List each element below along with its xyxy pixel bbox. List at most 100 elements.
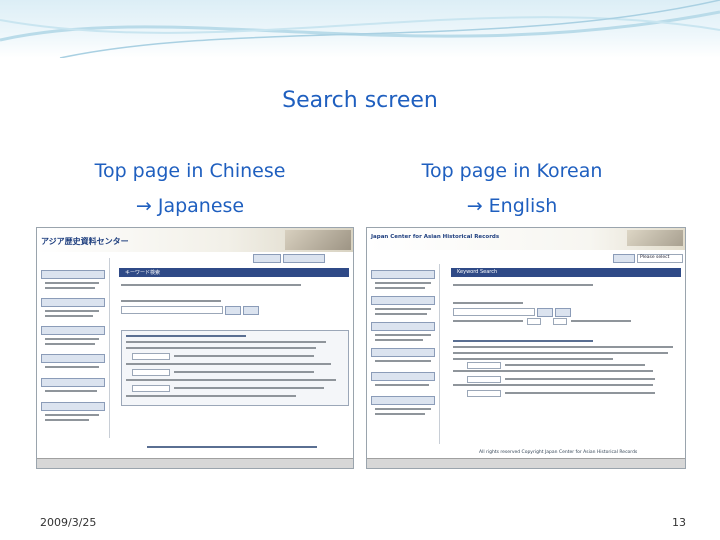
caption-right: Top page in Korean → English bbox=[382, 154, 642, 224]
japanese-search-button[interactable] bbox=[225, 306, 241, 315]
option-select-2[interactable] bbox=[132, 369, 170, 376]
banner-swirl-graphic bbox=[0, 0, 720, 58]
per-page-select[interactable] bbox=[527, 318, 541, 325]
sidebar-text bbox=[45, 343, 95, 345]
body-text bbox=[453, 346, 673, 348]
japanese-footer-text bbox=[147, 446, 317, 448]
header-photo bbox=[627, 230, 683, 246]
sidebar-text bbox=[45, 287, 95, 289]
sidebar-text bbox=[375, 360, 431, 362]
body-text bbox=[453, 352, 668, 354]
english-clear-button[interactable] bbox=[555, 308, 571, 317]
japanese-clear-button[interactable] bbox=[243, 306, 259, 315]
sidebar-text bbox=[45, 390, 97, 392]
sidebar-text bbox=[375, 408, 431, 410]
sidebar-text bbox=[45, 310, 99, 312]
caption-left: Top page in Chinese → Japanese bbox=[60, 154, 320, 224]
caption-right-line1: Top page in Korean bbox=[421, 160, 603, 182]
panel-text bbox=[126, 395, 296, 397]
body-text bbox=[453, 340, 593, 342]
sidebar-item-1[interactable] bbox=[41, 270, 105, 279]
body-text bbox=[505, 392, 655, 394]
sidebar-text bbox=[45, 419, 89, 421]
option-select-3[interactable] bbox=[132, 385, 170, 392]
header-nav-button[interactable] bbox=[253, 254, 281, 263]
japanese-options-panel bbox=[121, 330, 349, 406]
browser-status-bar bbox=[367, 458, 685, 468]
panel-text bbox=[174, 387, 324, 389]
japanese-search-input[interactable] bbox=[121, 306, 223, 314]
panel-text bbox=[174, 355, 314, 357]
english-footer-text: All rights reserved Copyright Japan Cent… bbox=[479, 450, 638, 455]
sidebar-item-2[interactable] bbox=[41, 298, 105, 307]
language-select[interactable]: Please select bbox=[637, 254, 683, 263]
option-select-1[interactable] bbox=[132, 353, 170, 360]
header-nav-button[interactable] bbox=[613, 254, 635, 263]
sidebar-text bbox=[375, 308, 431, 310]
sidebar-item-5[interactable] bbox=[41, 378, 105, 387]
english-sidebar bbox=[369, 264, 440, 444]
caption-left-line1: Top page in Chinese bbox=[94, 160, 286, 182]
sidebar-item-repository[interactable] bbox=[371, 348, 435, 357]
panel-text bbox=[126, 347, 316, 349]
decorative-banner bbox=[0, 0, 720, 58]
sidebar-item-reference[interactable] bbox=[371, 296, 435, 305]
sidebar-text bbox=[375, 384, 429, 386]
sidebar-text bbox=[45, 366, 99, 368]
body-text bbox=[505, 364, 645, 366]
english-section-label: Keyword Search bbox=[457, 269, 498, 275]
body-text bbox=[571, 320, 631, 322]
sidebar-text bbox=[45, 282, 99, 284]
sidebar-item-advanced[interactable] bbox=[371, 322, 435, 331]
language-select-value: Please select bbox=[640, 255, 670, 260]
body-text bbox=[453, 358, 613, 360]
panel-text bbox=[126, 335, 246, 337]
sidebar-text bbox=[375, 313, 427, 315]
body-text bbox=[453, 370, 653, 372]
browser-status-bar bbox=[37, 458, 353, 468]
option-input-1[interactable] bbox=[467, 362, 501, 369]
sidebar-item-3[interactable] bbox=[41, 326, 105, 335]
body-text bbox=[453, 384, 653, 386]
display-select[interactable] bbox=[553, 318, 567, 325]
japanese-page-screenshot: アジア歴史資料センター キーワード検索 bbox=[36, 227, 354, 469]
panel-text bbox=[126, 341, 326, 343]
sidebar-item-6[interactable] bbox=[41, 402, 105, 411]
sidebar-text bbox=[45, 315, 93, 317]
english-page-screenshot: Japan Center for Asian Historical Record… bbox=[366, 227, 686, 469]
option-input-3[interactable] bbox=[467, 390, 501, 397]
sidebar-item-title[interactable] bbox=[371, 372, 435, 381]
panel-text bbox=[126, 379, 336, 381]
sidebar-text bbox=[375, 282, 431, 284]
body-text bbox=[121, 284, 301, 286]
sidebar-item-keyword[interactable] bbox=[371, 270, 435, 279]
english-search-button[interactable] bbox=[537, 308, 553, 317]
panel-text bbox=[174, 371, 314, 373]
caption-left-line2: → Japanese bbox=[135, 195, 245, 217]
caption-right-line2: → English bbox=[466, 195, 558, 217]
sidebar-text bbox=[375, 334, 431, 336]
english-site-title: Japan Center for Asian Historical Record… bbox=[371, 234, 500, 240]
slide-page-number: 13 bbox=[672, 516, 686, 529]
japanese-sidebar bbox=[39, 258, 110, 438]
body-text bbox=[505, 378, 655, 380]
sidebar-item-4[interactable] bbox=[41, 354, 105, 363]
body-text bbox=[453, 320, 523, 322]
sidebar-text bbox=[375, 339, 423, 341]
slide-date: 2009/3/25 bbox=[40, 516, 97, 529]
option-input-2[interactable] bbox=[467, 376, 501, 383]
body-text bbox=[453, 302, 523, 304]
sidebar-text bbox=[45, 414, 99, 416]
body-text bbox=[453, 284, 593, 286]
header-photo bbox=[285, 230, 351, 250]
body-text bbox=[121, 300, 221, 302]
panel-text bbox=[126, 363, 331, 365]
header-nav-select[interactable] bbox=[283, 254, 325, 263]
sidebar-item-record-group[interactable] bbox=[371, 396, 435, 405]
sidebar-text bbox=[375, 287, 425, 289]
japanese-logo: アジア歴史資料センター bbox=[41, 237, 129, 246]
sidebar-text bbox=[375, 413, 425, 415]
english-search-input[interactable] bbox=[453, 308, 535, 316]
sidebar-text bbox=[45, 338, 99, 340]
japanese-section-label: キーワード検索 bbox=[125, 270, 161, 276]
